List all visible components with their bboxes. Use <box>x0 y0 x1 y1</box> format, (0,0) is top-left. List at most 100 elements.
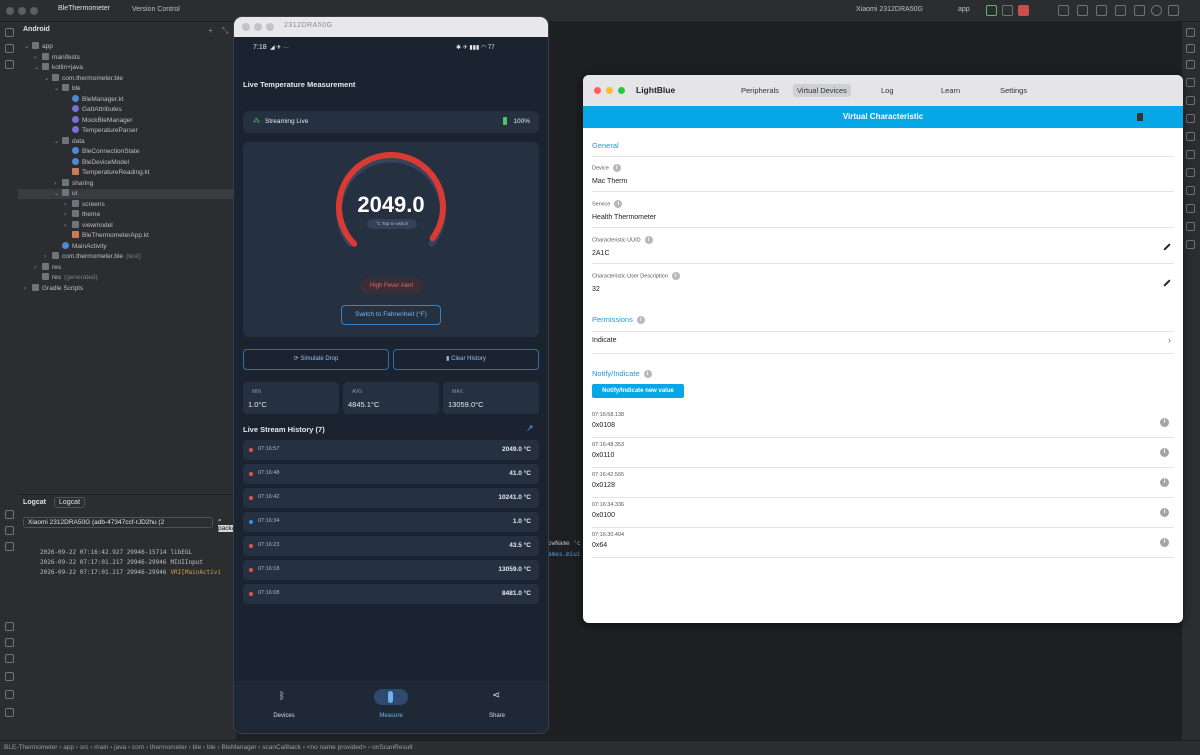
structure-icon[interactable] <box>1186 204 1195 213</box>
sdk-manager-icon[interactable] <box>1115 5 1126 16</box>
nav-measure[interactable]: Measure <box>361 681 421 733</box>
tree-item[interactable]: MainActivity <box>54 241 107 252</box>
nav-devices[interactable]: ᛒ Devices <box>254 681 314 733</box>
history-row[interactable]: 07:16:42 10241.0 °C <box>243 488 539 508</box>
emulator-icon[interactable] <box>1186 96 1195 105</box>
notify-log-row[interactable]: 07:16:42.565 0x0128 i <box>583 470 1183 500</box>
gemini-icon[interactable] <box>1134 5 1145 16</box>
tree-item[interactable]: MockBleManager <box>64 115 133 126</box>
logcat-tool-icon[interactable] <box>5 526 14 535</box>
commit-tool-icon[interactable] <box>5 44 14 53</box>
chevron-right-icon[interactable]: › <box>1168 335 1171 345</box>
gradle-icon[interactable] <box>1186 44 1195 53</box>
info-icon[interactable]: i <box>636 316 645 325</box>
chevron-right-icon[interactable]: › <box>64 221 72 231</box>
info-icon[interactable]: i <box>1160 478 1169 487</box>
project-selector[interactable]: BleThermometer <box>58 5 110 12</box>
chevron-down-icon[interactable]: ⌄ <box>54 189 62 199</box>
resource-manager-icon[interactable] <box>1186 168 1195 177</box>
terminal-icon[interactable] <box>5 708 14 717</box>
build-variants-icon[interactable] <box>1186 186 1195 195</box>
tree-item[interactable]: BleConnectionState <box>64 147 139 157</box>
tree-item[interactable]: ⌄ app <box>24 42 53 52</box>
notifications-icon[interactable] <box>1186 28 1195 37</box>
sync-icon[interactable] <box>1058 5 1069 16</box>
tree-item[interactable]: BleManager.kt <box>64 94 124 105</box>
tab-learn[interactable]: Learn <box>937 84 964 97</box>
more-tools-icon[interactable] <box>5 60 14 69</box>
history-row[interactable]: 07:16:08 8481.0 °C <box>243 584 539 604</box>
clear-history-button[interactable]: ▮ Clear History <box>393 349 539 370</box>
tree-item[interactable]: › res <box>34 262 61 273</box>
tab-log[interactable]: Log <box>877 84 898 97</box>
chevron-right-icon[interactable]: › <box>34 53 42 63</box>
app-inspection-icon[interactable] <box>5 542 14 551</box>
tree-item[interactable]: TemperatureParser <box>64 126 138 136</box>
services-tool-icon[interactable] <box>5 654 14 663</box>
info-icon[interactable]: i <box>1160 448 1169 457</box>
tab-virtual-devices[interactable]: Virtual Devices <box>793 84 851 97</box>
tree-item[interactable]: › viewmodel <box>64 220 113 231</box>
run-config-selector[interactable]: app <box>958 6 970 13</box>
window-close-button[interactable] <box>6 7 14 15</box>
run-tool-icon[interactable] <box>5 622 14 631</box>
switch-unit-button[interactable]: Switch to Fahrenheit (°F) <box>341 305 441 325</box>
tree-item[interactable]: TemperatureReading.kt <box>64 168 150 178</box>
chevron-right-icon[interactable]: › <box>44 252 52 262</box>
collapse-icon[interactable]: ⤡ <box>222 26 228 36</box>
tree-item[interactable]: ⌄ kotlin+java <box>34 63 83 73</box>
profiler-icon[interactable] <box>1077 5 1088 16</box>
bookmarks-icon[interactable] <box>1186 222 1195 231</box>
chevron-right-icon[interactable]: › <box>64 210 72 220</box>
tree-item[interactable]: res (generated) <box>34 273 98 283</box>
tree-item[interactable]: › Gradle Scripts <box>24 283 83 294</box>
info-icon[interactable]: i <box>612 164 621 172</box>
permission-indicate[interactable]: Indicate <box>592 337 617 344</box>
tree-item[interactable]: › com.thermometer.ble (test) <box>44 252 141 262</box>
info-icon[interactable]: i <box>671 272 680 280</box>
logcat-device-select[interactable]: Xiaomi 2312DRA50G (adb-47347ccf-rJD2hu (… <box>23 517 213 528</box>
notify-log-row[interactable]: 07:16:48.353 0x0110 i <box>583 440 1183 470</box>
terminal-tool-icon[interactable] <box>5 638 14 647</box>
notify-log-row[interactable]: 07:16:30.404 0x64 i <box>583 530 1183 560</box>
info-icon[interactable]: i <box>643 370 652 379</box>
unit-toggle-hint[interactable]: °C Tap to switch <box>367 219 417 229</box>
status-breadcrumb[interactable]: BLE-Thermometer › app › src › main › jav… <box>0 740 1200 755</box>
lb-minimize-button[interactable] <box>606 87 613 94</box>
tree-item[interactable]: › manifests <box>34 52 80 63</box>
project-tool-icon[interactable] <box>5 28 14 37</box>
edit-uuid-icon[interactable] <box>1163 243 1171 251</box>
edit-description-icon[interactable] <box>1163 279 1171 287</box>
window-zoom-button[interactable] <box>30 7 38 15</box>
notify-log-row[interactable]: 07:16:58.138 0x0108 i <box>583 410 1183 440</box>
delete-icon[interactable] <box>1137 113 1143 121</box>
tree-item[interactable]: › sharing <box>54 178 93 189</box>
chevron-down-icon[interactable]: ⌄ <box>24 42 32 52</box>
search-icon[interactable] <box>1151 5 1162 16</box>
build-tool-icon[interactable] <box>5 510 14 519</box>
settings-gear-icon[interactable] <box>1168 5 1179 16</box>
add-icon[interactable]: + <box>208 26 213 35</box>
phone-window-minimize[interactable] <box>254 23 262 31</box>
info-icon[interactable]: i <box>1160 418 1169 427</box>
info-icon[interactable]: i <box>644 236 653 244</box>
chevron-down-icon[interactable]: ⌄ <box>34 63 42 73</box>
chevron-right-icon[interactable]: › <box>24 284 32 294</box>
preview-icon[interactable] <box>1186 240 1195 249</box>
nav-share[interactable]: ⋖ Share <box>467 681 527 733</box>
tree-item[interactable]: › theme <box>64 210 100 220</box>
layout-inspector-icon[interactable] <box>1186 114 1195 123</box>
info-icon[interactable]: i <box>1160 508 1169 517</box>
tree-item[interactable]: ⌄ ui <box>18 189 236 199</box>
stop-icon[interactable] <box>1018 5 1029 16</box>
lb-zoom-button[interactable] <box>618 87 625 94</box>
device-selector[interactable]: Xiaomi 2312DRA50G <box>856 6 923 13</box>
notify-log-row[interactable]: 07:16:34.336 0x0100 i <box>583 500 1183 530</box>
tree-item[interactable]: ⌄ data <box>54 136 85 147</box>
history-row[interactable]: 07:16:48 41.0 °C <box>243 464 539 484</box>
tree-item[interactable]: › screens <box>64 199 105 210</box>
tab-peripherals[interactable]: Peripherals <box>737 84 783 97</box>
chevron-down-icon[interactable]: ⌄ <box>44 74 52 84</box>
trend-chart-icon[interactable]: ↗ <box>526 423 534 434</box>
device-manager-icon[interactable] <box>1096 5 1107 16</box>
